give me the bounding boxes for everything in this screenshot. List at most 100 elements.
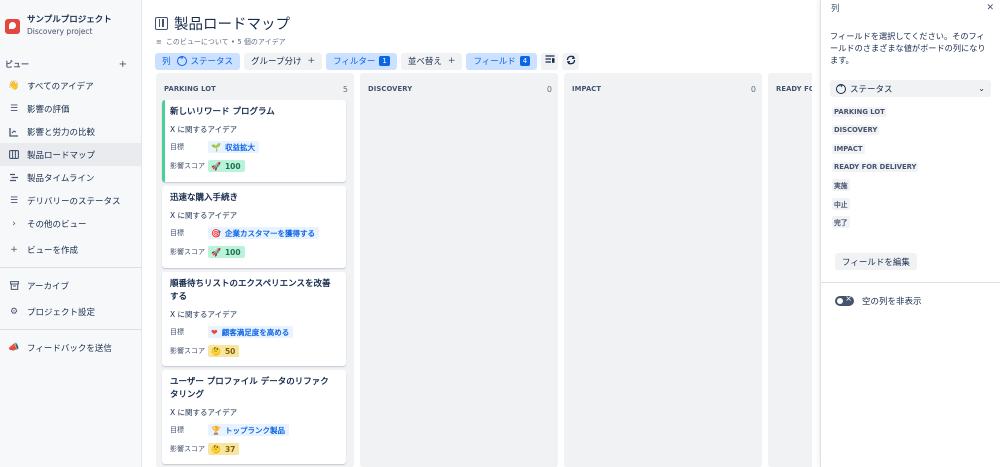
archive-icon [8, 280, 20, 292]
sidebar-item-label: ビューを作成 [27, 245, 79, 256]
column-name: PARKING LOT [164, 85, 216, 93]
chevron-right-icon: › [12, 218, 16, 229]
column-discovery: DISCOVERY 0 [360, 73, 558, 467]
impact-score-value: 37 [224, 444, 236, 454]
list-icon: ☰ [9, 195, 19, 206]
impact-score-tag: 🤔 37 [208, 443, 240, 455]
column-count: 0 [750, 85, 756, 94]
rocket-icon: 🚀 [211, 247, 221, 257]
thinking-face-icon: 🤔 [211, 444, 221, 454]
auto-refresh-button[interactable] [562, 52, 580, 70]
idea-card[interactable]: 迅速な購入手続き X に関するアイデア 目標 🎯 企業カスタマーを獲得する 影響ス… [162, 186, 346, 268]
goal-value: 収益拡大 [224, 142, 255, 152]
group-by-label: グループ分け [251, 57, 302, 67]
column-value-lozenge: IMPACT [832, 143, 865, 154]
impact-score-label: 影響スコア [170, 162, 205, 170]
impact-score-tag: 🤔 50 [208, 345, 240, 357]
sidebar-item-send-feedback[interactable]: 📣 フィードバックを送信 [0, 336, 141, 359]
description-icon: ≡ [156, 38, 162, 46]
idea-card[interactable]: 順番待ちリストのエクスペリエンスを改善する X に関するアイデア 目標 ❤ 顧客満… [162, 272, 346, 366]
sidebar-item-label: 製品ロードマップ [27, 150, 96, 161]
sidebar-item-label: 影響の評価 [27, 104, 70, 115]
hand-wave-icon: 👋 [8, 80, 20, 91]
card-title: 迅速な購入手続き [170, 193, 239, 203]
card-description: X に関するアイデア [170, 125, 238, 134]
sidebar-item-all-ideas[interactable]: 👋 すべてのアイデア [0, 74, 141, 97]
rocket-icon: 🚀 [211, 161, 221, 171]
goal-tag: 🌱 収益拡大 [208, 141, 259, 153]
edit-field-button[interactable]: フィールドを編集 [835, 253, 917, 271]
sort-button[interactable]: 並べ替え + [400, 52, 463, 70]
filter-button[interactable]: フィルター 1 [326, 52, 397, 70]
impact-score-label: 影響スコア [170, 445, 205, 453]
filter-label: フィルター [333, 57, 376, 67]
card-title: 順番待ちリストのエクスペリエンスを改善する [170, 279, 331, 302]
project-header[interactable]: サンプルプロジェクト Discovery project [0, 0, 141, 54]
group-by-button[interactable]: グループ分け + [244, 52, 323, 70]
idea-card[interactable]: ユーザー プロファイル データのリファクタリング X に関するアイデア 目標 🏆… [162, 370, 346, 464]
card-layout-button[interactable] [541, 52, 559, 70]
goal-label: 目標 [170, 328, 184, 336]
column-name: READY FOR DE [776, 85, 812, 93]
plus-icon: + [307, 56, 316, 66]
sidebar-item-project-settings[interactable]: ⚙ プロジェクト設定 [0, 300, 141, 323]
columns-value: ステータス [190, 57, 234, 67]
heart-icon: ❤ [211, 327, 218, 337]
hide-empty-columns-toggle[interactable] [835, 294, 854, 307]
sidebar-item-archive[interactable]: アーカイブ [0, 274, 141, 297]
plus-icon: + [10, 244, 18, 255]
trophy-icon: 🏆 [211, 425, 221, 435]
column-value-lozenge: 実施 [832, 179, 850, 192]
column-value-lozenge: PARKING LOT [832, 107, 887, 118]
views-section-header: ビュー + [0, 54, 141, 74]
idea-card[interactable]: 新しいリワード プログラム X に関するアイデア 目標 🌱 収益拡大 影響スコア … [162, 100, 346, 182]
view-toolbar: 列 ステータス グループ分け + フィルター 1 並べ替え + フィールド 4 [142, 52, 820, 70]
sidebar: サンプルプロジェクト Discovery project ビュー + 👋 すべて… [0, 0, 142, 467]
card-layout-icon [545, 55, 555, 67]
fields-button[interactable]: フィールド 4 [466, 52, 538, 70]
sidebar-item-label: フィードバックを送信 [27, 343, 112, 354]
goal-label: 目標 [170, 143, 184, 151]
column-impact: IMPACT 0 [564, 73, 762, 467]
column-count: 0 [546, 85, 552, 94]
sidebar-item-impact-effort[interactable]: 影響と労力の比較 [0, 120, 141, 143]
impact-score-value: 100 [224, 247, 241, 257]
columns-button[interactable]: 列 ステータス [155, 52, 241, 70]
plus-icon: + [447, 56, 456, 66]
sidebar-divider [0, 329, 141, 330]
timeline-icon [8, 172, 20, 184]
column-name: DISCOVERY [368, 85, 413, 93]
filter-count-badge: 1 [379, 56, 390, 66]
thinking-face-icon: 🤔 [211, 346, 221, 356]
view-meta[interactable]: ≡ このビューについて • 5 個のアイデア [142, 35, 820, 49]
list-icon: ☰ [9, 103, 19, 114]
column-field-value: ステータス [850, 84, 893, 95]
close-icon[interactable]: ✕ [986, 3, 994, 13]
impact-score-label: 影響スコア [170, 347, 205, 355]
column-field-select[interactable]: ステータス ⌄ [830, 80, 991, 97]
columns-settings-panel: 列 ✕ フィールドを選択してください。そのフィールドのさまざまな値がボードの列に… [820, 0, 1000, 467]
sidebar-item-impact-rating[interactable]: ☰ 影響の評価 [0, 97, 141, 120]
goal-tag: ❤ 顧客満足度を高める [208, 326, 294, 338]
card-title: ユーザー プロファイル データのリファクタリング [170, 377, 329, 400]
goal-value: トップランク製品 [224, 425, 285, 435]
sidebar-item-create-view[interactable]: + ビューを作成 [0, 238, 141, 261]
sidebar-item-delivery-status[interactable]: ☰ デリバリーのステータス [0, 189, 141, 212]
goal-label: 目標 [170, 426, 184, 434]
sidebar-item-label: すべてのアイデア [27, 81, 94, 92]
add-view-plus-icon[interactable]: + [119, 59, 127, 70]
fields-label: フィールド [473, 57, 516, 67]
sidebar-item-more-views[interactable]: › その他のビュー [0, 212, 141, 235]
sort-label: 並べ替え [407, 57, 442, 67]
goal-tag: 🏆 トップランク製品 [208, 424, 289, 436]
impact-score-value: 100 [224, 161, 241, 171]
sidebar-item-label: その他のビュー [27, 219, 87, 230]
sidebar-item-product-timeline[interactable]: 製品タイムライン [0, 166, 141, 189]
goal-value: 顧客満足度を高める [221, 327, 290, 337]
column-count: 5 [342, 85, 348, 94]
sidebar-divider [0, 267, 141, 268]
sidebar-item-label: 影響と労力の比較 [27, 127, 96, 138]
impact-score-tag: 🚀 100 [208, 160, 245, 172]
sidebar-item-product-roadmap[interactable]: 製品ロードマップ [0, 143, 141, 166]
view-meta-text: このビューについて • 5 個のアイデア [165, 38, 286, 46]
